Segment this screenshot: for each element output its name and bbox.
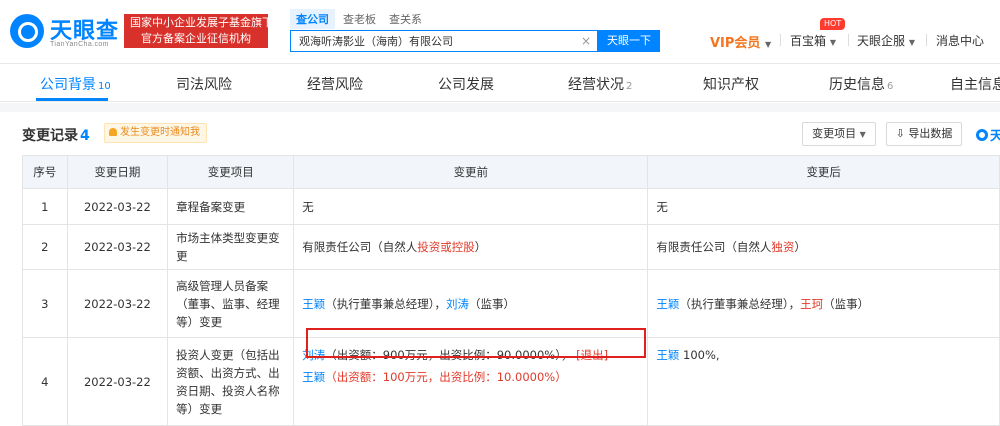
cell-item: 高级管理人员备案（董事、监事、经理等）变更 (167, 269, 295, 338)
search-tab-company[interactable]: 查公司 (290, 9, 335, 29)
cell-before: 刘涛（出资额：900万元，出资比例：90.0000%）， [退出] 王颖（出资额… (293, 337, 649, 426)
treasure-menu[interactable]: 百宝箱 ▼ (790, 32, 836, 49)
vip-label: VIP会员 (710, 36, 761, 51)
cell-no: 1 (22, 188, 68, 225)
cell-no: 3 (22, 269, 68, 338)
person-link[interactable]: 王颖 (302, 297, 325, 311)
filter-change-item-select[interactable]: 变更项目 ▼ (802, 122, 876, 146)
section-tabs: 公司背景 10 司法风险 经营风险 公司发展 经营状况 2 知识产权 历史信息 6 自… (0, 64, 1000, 102)
table-row: 1 2022-03-22 章程备案变更 无 无 (22, 188, 1000, 225)
message-center-link[interactable]: 消息中心 (936, 32, 984, 49)
official-badge: 国家中小企业发展子基金旗下 官方备案企业征信机构 (124, 14, 273, 48)
cell-item: 章程备案变更 (167, 188, 295, 225)
col-header-before: 变更前 (293, 155, 649, 189)
cell-after: 无 (647, 188, 1000, 225)
badge-line-2: 官方备案企业征信机构 (141, 32, 251, 45)
col-header-item: 变更项目 (167, 155, 295, 189)
cell-before: 王颖（执行董事兼总经理），刘涛（监事） (293, 269, 649, 338)
tab-company-development[interactable]: 公司发展 (438, 74, 494, 94)
tab-own-info[interactable]: 自主信息 (950, 74, 1000, 94)
top-header: 天眼查 TianYanCha.com 国家中小企业发展子基金旗下 官方备案企业征… (0, 0, 1000, 64)
enterprise-menu[interactable]: 天眼企服 ▼ (857, 32, 915, 49)
cell-item: 投资人变更（包括出资额、出资方式、出资日期、投资人名称等）变更 (167, 337, 295, 426)
cell-date: 2022-03-22 (66, 224, 169, 270)
exit-flag: [退出] (576, 348, 609, 362)
tab-intellectual-property[interactable]: 知识产权 (703, 74, 759, 94)
cell-after: 有限责任公司（自然人独资） (647, 224, 1000, 270)
cell-date: 2022-03-22 (66, 337, 169, 426)
bell-icon (109, 128, 117, 136)
divider (926, 34, 927, 46)
investor-link[interactable]: 王颖 (302, 370, 325, 384)
col-header-no: 序号 (22, 155, 68, 189)
search-box: × (290, 30, 598, 52)
badge-line-1: 国家中小企业发展子基金旗下 (130, 16, 273, 29)
cell-no: 2 (22, 224, 68, 270)
cell-date: 2022-03-22 (66, 188, 169, 225)
chevron-down-icon: ▼ (764, 40, 772, 49)
logo-subtitle: TianYanCha.com (50, 41, 109, 48)
person-link[interactable]: 刘涛 (446, 297, 469, 311)
records-count: 4 (80, 128, 90, 144)
notify-button[interactable]: 发生变更时通知我 (104, 123, 207, 143)
table-header-row: 序号 变更日期 变更项目 变更前 变更后 (22, 155, 1000, 189)
export-data-button[interactable]: ⇩ 导出数据 (886, 122, 962, 146)
cell-date: 2022-03-22 (66, 269, 169, 338)
treasure-label: 百宝箱 (790, 34, 827, 48)
tab-history[interactable]: 历史信息 6 (829, 74, 893, 94)
logo[interactable]: 天眼查 TianYanCha.com (10, 12, 120, 52)
hot-badge: HOT (820, 18, 846, 30)
export-icon: ⇩ (895, 127, 905, 140)
cell-item: 市场主体类型变更变更 (167, 224, 295, 270)
investor-link[interactable]: 王颖 (656, 348, 679, 362)
person-link[interactable]: 王珂 (800, 297, 823, 311)
tab-operating-status[interactable]: 经营状况 2 (568, 74, 632, 94)
search-input[interactable] (291, 31, 579, 51)
table-row: 3 2022-03-22 高级管理人员备案（董事、监事、经理等）变更 王颖（执行… (22, 269, 1000, 338)
cell-no: 4 (22, 337, 68, 426)
cell-after: 王颖 100%, (647, 337, 1000, 426)
cell-before: 有限责任公司（自然人投资或控股） (293, 224, 649, 270)
search-tab-boss[interactable]: 查老板 (343, 11, 376, 27)
col-header-after: 变更后 (647, 155, 1000, 189)
logo-icon (10, 14, 44, 48)
divider (780, 34, 781, 46)
clear-icon[interactable]: × (581, 34, 591, 48)
chevron-down-icon: ▼ (829, 38, 836, 47)
search-button[interactable]: 天眼一下 (598, 30, 660, 52)
chevron-down-icon: ▼ (908, 38, 915, 47)
divider (848, 34, 849, 46)
col-header-date: 变更日期 (66, 155, 169, 189)
enterprise-label: 天眼企服 (857, 34, 906, 48)
table-row: 2 2022-03-22 市场主体类型变更变更 有限责任公司（自然人投资或控股）… (22, 224, 1000, 270)
active-tab-indicator (36, 98, 108, 101)
table-row: 4 2022-03-22 投资人变更（包括出资额、出资方式、出资日期、投资人名称… (22, 337, 1000, 426)
change-records-table: 序号 变更日期 变更项目 变更前 变更后 1 2022-03-22 章程备案变更… (22, 155, 1000, 426)
cell-after: 王颖（执行董事兼总经理），王珂（监事） (647, 269, 1000, 338)
tab-business-risk[interactable]: 经营风险 (307, 74, 363, 94)
side-logo: 天 (976, 125, 1000, 144)
chevron-down-icon: ▼ (859, 130, 866, 139)
tab-judicial-risk[interactable]: 司法风险 (176, 74, 232, 94)
section-gap (0, 103, 1000, 112)
tab-company-background[interactable]: 公司背景 10 (40, 74, 111, 94)
search-tab-relation[interactable]: 查关系 (389, 11, 422, 27)
investor-link[interactable]: 刘涛 (302, 348, 325, 362)
person-link[interactable]: 王颖 (656, 297, 679, 311)
cell-before: 无 (293, 188, 649, 225)
logo-icon (976, 129, 988, 141)
vip-menu[interactable]: VIP会员 ▼ (710, 32, 771, 51)
records-title: 变更记录 4 (22, 128, 90, 144)
